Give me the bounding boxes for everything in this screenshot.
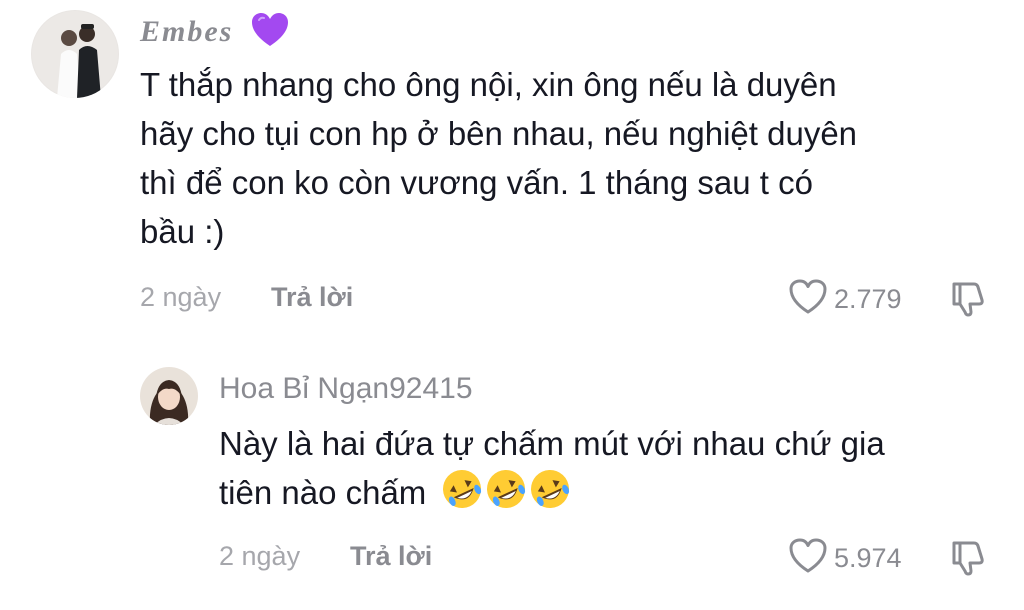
reply-button[interactable]: Trả lời [271,282,353,313]
dislike-button[interactable] [946,539,986,582]
comment-username[interactable]: Embes [140,12,289,56]
like-count: 5.974 [834,543,902,573]
rolling-on-floor-laughing-icon [485,468,526,508]
purple-heart-icon [251,12,289,56]
avatar[interactable] [31,10,119,98]
comment-text: Này là hai đứa tự chấm mút với nhau chứ … [219,419,1009,517]
thumbs-down-icon [952,282,984,317]
like-button[interactable]: 5.974 [788,537,902,580]
thumbs-down-icon [952,541,984,576]
avatar[interactable] [140,367,198,425]
dislike-button[interactable] [946,280,986,323]
comment-text: T thắp nhang cho ông nội, xin ông nếu là… [140,66,858,250]
reply-button[interactable]: Trả lời [350,541,432,572]
like-button[interactable]: 2.779 [788,278,902,321]
comment-username[interactable]: Hoa Bỉ Ngạn92415 [219,372,473,406]
comment-timestamp: 2 ngày [219,541,301,571]
heart-outline-icon [788,537,828,580]
like-count: 2.779 [834,284,902,314]
rolling-on-floor-laughing-icon [441,468,482,508]
heart-outline-icon [788,278,828,321]
comment-timestamp: 2 ngày [140,282,222,312]
rolling-on-floor-laughing-icon [529,468,570,508]
